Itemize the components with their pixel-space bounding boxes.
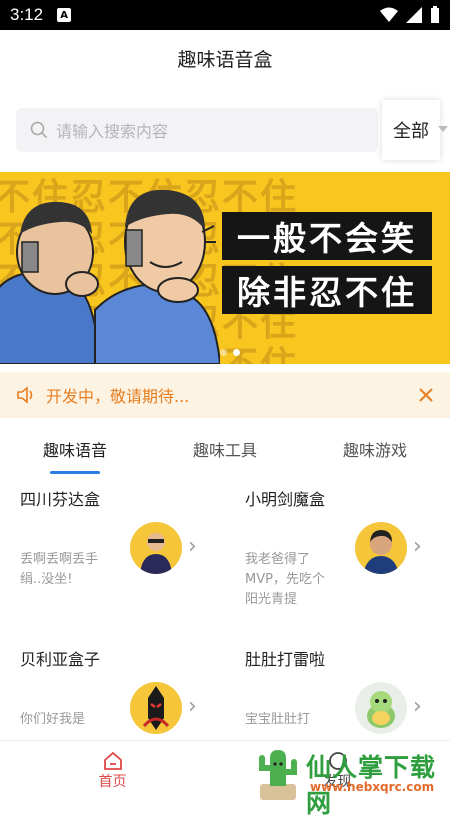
status-time: 3:12 xyxy=(10,5,44,24)
chevron-right-icon: › xyxy=(413,534,422,559)
filter-label: 全部 xyxy=(393,121,429,142)
item-desc: 宝宝肚肚打 xyxy=(245,712,311,727)
item-desc: 你们好我是 xyxy=(20,712,86,727)
notice-bar: 开发中，敬请期待... xyxy=(0,372,450,418)
speaker-icon xyxy=(17,386,33,404)
banner-slogan-line1: 一般不会笑 xyxy=(222,212,432,260)
item-name: 贝利亚盒子 xyxy=(20,650,101,669)
status-bar: 3:12 A xyxy=(0,0,450,30)
dropdown-arrow-icon xyxy=(438,126,448,132)
banner-slogan-line2: 除非忍不住 xyxy=(222,266,432,314)
battery-icon xyxy=(431,6,439,23)
nav-label: 首页 xyxy=(98,773,127,790)
carousel-dot-active xyxy=(233,349,240,356)
avatar xyxy=(355,522,407,574)
avatar xyxy=(130,522,182,574)
chevron-right-icon: › xyxy=(413,694,422,719)
item-name: 肚肚打雷啦 xyxy=(245,650,326,669)
item-name: 小明剑魔盒 xyxy=(245,490,326,509)
avatar xyxy=(355,682,407,734)
search-icon xyxy=(30,121,48,139)
search-input[interactable]: 请输入搜索内容 xyxy=(16,108,378,152)
notification-icon: A xyxy=(57,8,72,22)
page-title: 趣味语音盒 xyxy=(177,48,273,71)
signal-icon xyxy=(406,7,422,23)
tab-fun-games[interactable]: 趣味游戏 xyxy=(300,424,450,474)
search-row: 请输入搜索内容 全部 xyxy=(0,100,450,160)
close-icon[interactable] xyxy=(418,387,434,403)
wifi-icon xyxy=(380,7,398,22)
tab-label: 趣味工具 xyxy=(192,441,257,460)
watermark-url: www.hebxqrc.com xyxy=(310,780,435,794)
list-item[interactable]: 四川芬达盒 丢啊丢啊丢手绢..没坐! › xyxy=(0,484,220,634)
watermark-logo: 仙人掌下载网 www.hebxqrc.com xyxy=(256,742,450,818)
tab-fun-voice[interactable]: 趣味语音 xyxy=(0,424,150,474)
chevron-right-icon: › xyxy=(188,534,197,559)
notice-text: 开发中，敬请期待... xyxy=(46,387,190,406)
home-icon xyxy=(103,751,122,770)
nav-home[interactable]: 首页 xyxy=(0,741,225,800)
carousel-dot xyxy=(220,349,227,356)
tab-label: 趣味语音 xyxy=(42,441,107,460)
tab-fun-tools[interactable]: 趣味工具 xyxy=(150,424,300,474)
app-header: 趣味语音盒 xyxy=(0,30,450,86)
list-item[interactable]: 小明剑魔盒 我老爸得了MVP，先吃个阳光青提 › xyxy=(225,484,445,634)
status-icons xyxy=(380,6,440,24)
cactus-icon xyxy=(259,750,297,800)
category-filter-button[interactable]: 全部 xyxy=(382,100,448,160)
carousel-indicator xyxy=(220,349,240,356)
search-placeholder: 请输入搜索内容 xyxy=(56,122,169,141)
item-desc: 丢啊丢啊丢手绢..没坐! xyxy=(20,552,99,587)
category-tabs: 趣味语音 趣味工具 趣味游戏 xyxy=(0,424,450,474)
avatar xyxy=(130,682,182,734)
item-name: 四川芬达盒 xyxy=(20,490,101,509)
item-desc: 我老爸得了MVP，先吃个阳光青提 xyxy=(245,552,325,607)
tab-label: 趣味游戏 xyxy=(342,441,407,460)
banner-carousel[interactable]: 不住忍不住忍不住 不住忍不住忍不住 不住忍不住忍不住 不住忍不住忍不住 不住忍不… xyxy=(0,172,450,364)
banner-illustration xyxy=(0,189,220,364)
chevron-right-icon: › xyxy=(188,694,197,719)
